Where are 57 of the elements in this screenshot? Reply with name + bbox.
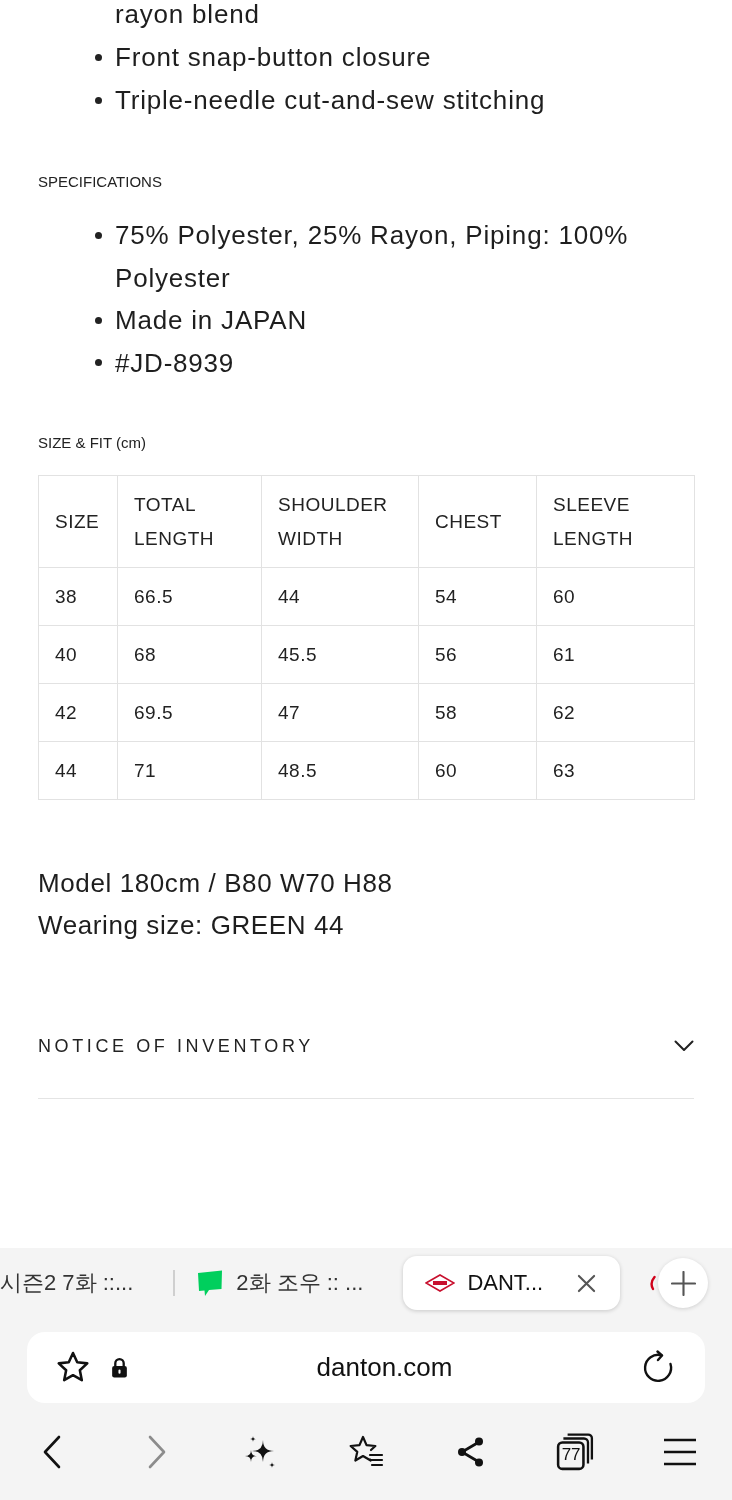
- table-cell: 47: [261, 683, 419, 742]
- table-cell: 40: [38, 625, 118, 684]
- model-info-text: Model 180cm / B80 W70 H88: [38, 867, 393, 900]
- table-cell: 68: [117, 625, 262, 684]
- url-text: danton.com: [315, 1352, 454, 1383]
- diamond-logo-icon: [425, 1274, 456, 1292]
- table-cell: 63: [536, 741, 695, 800]
- chat-bubble-icon: [196, 1269, 225, 1297]
- feature-text: Triple-needle cut-and-sew stitching: [115, 84, 546, 117]
- notice-accordion[interactable]: NOTICE OF INVENTORY: [38, 1036, 694, 1099]
- bullet-icon: [95, 97, 102, 104]
- table-cell: 62: [536, 683, 695, 742]
- close-icon[interactable]: [577, 1273, 597, 1293]
- feature-text: Front snap-button closure: [115, 41, 432, 74]
- bullet-icon: [95, 231, 102, 239]
- spec-text: Made in JAPAN: [115, 304, 307, 337]
- spec-text: 75% Polyester, 25% Rayon, Piping: 100% Polyester: [115, 219, 630, 295]
- menu-icon: [662, 1437, 697, 1466]
- column-header: SHOULDER WIDTH: [261, 475, 419, 568]
- table-cell: 69.5: [117, 683, 262, 742]
- bullet-icon: [95, 54, 102, 61]
- model-info-text: Wearing size: GREEN 44: [38, 909, 345, 942]
- table-cell: 60: [418, 741, 537, 800]
- column-header: TOTAL LENGTH: [117, 475, 262, 568]
- table-cell: 48.5: [261, 741, 419, 800]
- table-cell: 42: [38, 683, 118, 742]
- plus-icon: [670, 1270, 696, 1296]
- table-cell: 45.5: [261, 625, 419, 684]
- feature-text: rayon blend: [115, 0, 260, 31]
- column-header: CHEST: [418, 475, 537, 568]
- browser-tab[interactable]: DANT...: [403, 1256, 621, 1310]
- back-icon: [42, 1434, 63, 1469]
- table-cell: 60: [536, 567, 695, 626]
- column-header: SIZE: [38, 475, 118, 568]
- table-cell: 38: [38, 567, 118, 626]
- table-cell: 56: [418, 625, 537, 684]
- table-cell: 71: [117, 741, 262, 800]
- table-cell: 61: [536, 625, 695, 684]
- tab-favicon-icon: [648, 1275, 656, 1291]
- table-cell: 66.5: [117, 567, 262, 626]
- browser-tab[interactable]: 시즌2 7화 ::...: [0, 1256, 134, 1310]
- table-cell: 54: [418, 567, 537, 626]
- table-cell: 44: [261, 567, 419, 626]
- bullet-icon: [95, 316, 102, 324]
- column-header: SLEEVE LENGTH: [536, 475, 695, 568]
- address-field[interactable]: danton.com: [27, 1332, 705, 1403]
- browser-tab[interactable]: 2화 조우 :: ...: [196, 1256, 364, 1310]
- section-heading: SIZE & FIT (cm): [38, 433, 147, 453]
- bullet-icon: [95, 359, 102, 367]
- table-cell: 44: [38, 741, 118, 800]
- forward-icon: [146, 1434, 167, 1469]
- section-heading: SPECIFICATIONS: [38, 172, 162, 192]
- tab-switcher-button[interactable]: 77: [552, 1428, 599, 1475]
- new-tab-button[interactable]: [658, 1258, 708, 1308]
- table-cell: 58: [418, 683, 537, 742]
- tab-stack-icon: [556, 1432, 595, 1471]
- spec-text: #JD-8939: [115, 346, 235, 380]
